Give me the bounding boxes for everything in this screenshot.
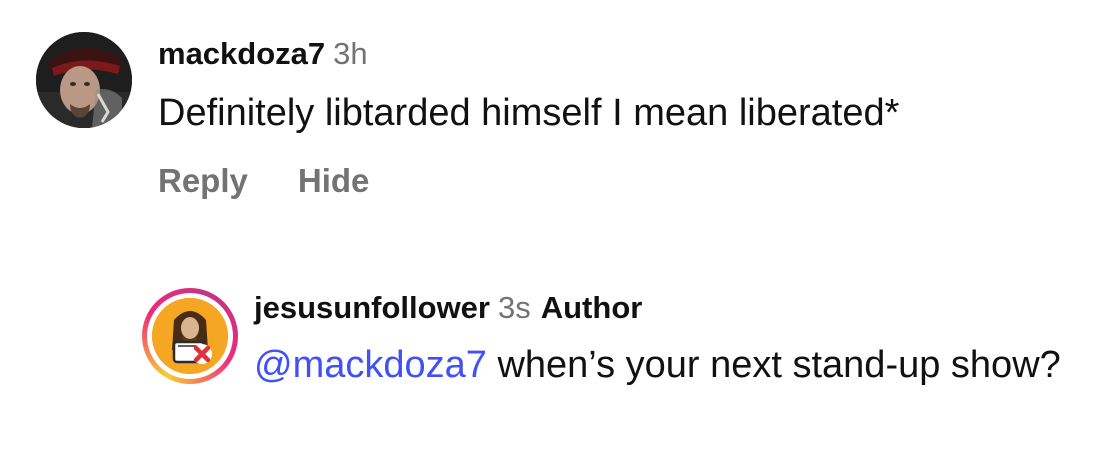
user-avatar-photo-icon	[36, 32, 132, 128]
jesus-unfollow-avatar-icon	[152, 298, 228, 374]
comment-text-body: when’s your next stand-up show?	[486, 344, 1061, 386]
reply-comment-item: jesusunfollower 3s Author @mackdoza7 when’…	[142, 286, 1082, 446]
comment-text: @mackdoza7 when’s your next stand-up sho…	[254, 342, 1074, 388]
hide-button[interactable]: Hide	[298, 160, 370, 202]
avatar[interactable]	[36, 32, 132, 128]
comment-header: mackdoza7 3h	[158, 34, 368, 74]
username[interactable]: jesusunfollower	[254, 290, 490, 325]
author-badge: Author	[540, 290, 643, 325]
comment-actions: Reply Hide	[158, 160, 369, 202]
avatar	[152, 298, 228, 374]
timestamp: 3s	[497, 290, 531, 325]
username[interactable]: mackdoza7	[158, 36, 325, 71]
comment-item: mackdoza7 3h Definitely libtarded himself…	[36, 28, 1076, 218]
comment-text: Definitely libtarded himself I mean libe…	[158, 92, 900, 134]
mention-link[interactable]: @mackdoza7	[254, 344, 487, 386]
timestamp: 3h	[333, 36, 368, 71]
comment-header: jesusunfollower 3s Author	[254, 288, 642, 328]
reply-button[interactable]: Reply	[158, 160, 248, 202]
avatar-story-ring[interactable]	[142, 288, 238, 384]
